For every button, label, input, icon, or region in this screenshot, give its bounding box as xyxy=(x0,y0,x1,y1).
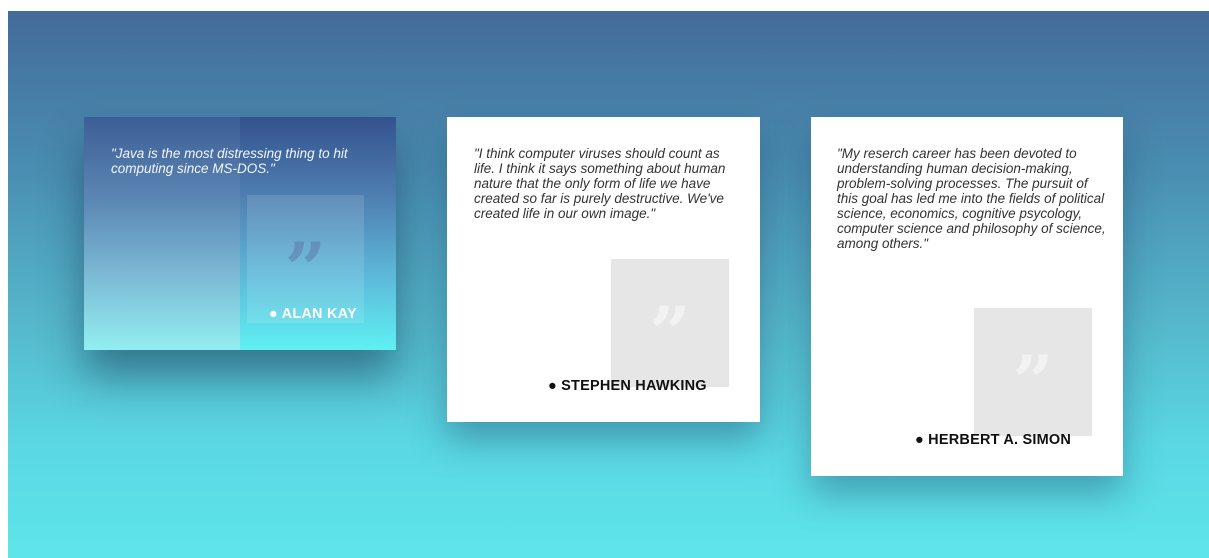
quote-text: "My reserch career has been devoted to u… xyxy=(837,146,1106,251)
quotes-stage: "Java is the most distressing thing to h… xyxy=(8,11,1209,558)
quote-author: ● STEPHEN HAWKING xyxy=(548,378,707,394)
quote-text: "Java is the most distressing thing to h… xyxy=(111,146,348,176)
quote-card-alan-kay[interactable]: "Java is the most distressing thing to h… xyxy=(84,117,396,350)
quote-author: ● HERBERT A. SIMON xyxy=(915,432,1072,448)
quote-card-herbert-simon[interactable]: "My reserch career has been devoted to u… xyxy=(811,117,1123,476)
quote-icon: ” xyxy=(1012,339,1054,424)
quote-card-stephen-hawking[interactable]: "I think computer viruses should count a… xyxy=(447,117,760,422)
quote-author: ● ALAN KAY xyxy=(269,306,357,322)
quote-icon: ” xyxy=(649,290,691,375)
quote-icon-box: ” xyxy=(247,195,364,323)
quote-icon: ” xyxy=(284,226,327,311)
quote-icon-box: ” xyxy=(974,308,1092,436)
quote-icon-box: ” xyxy=(611,259,729,387)
quote-text: "I think computer viruses should count a… xyxy=(474,146,726,221)
